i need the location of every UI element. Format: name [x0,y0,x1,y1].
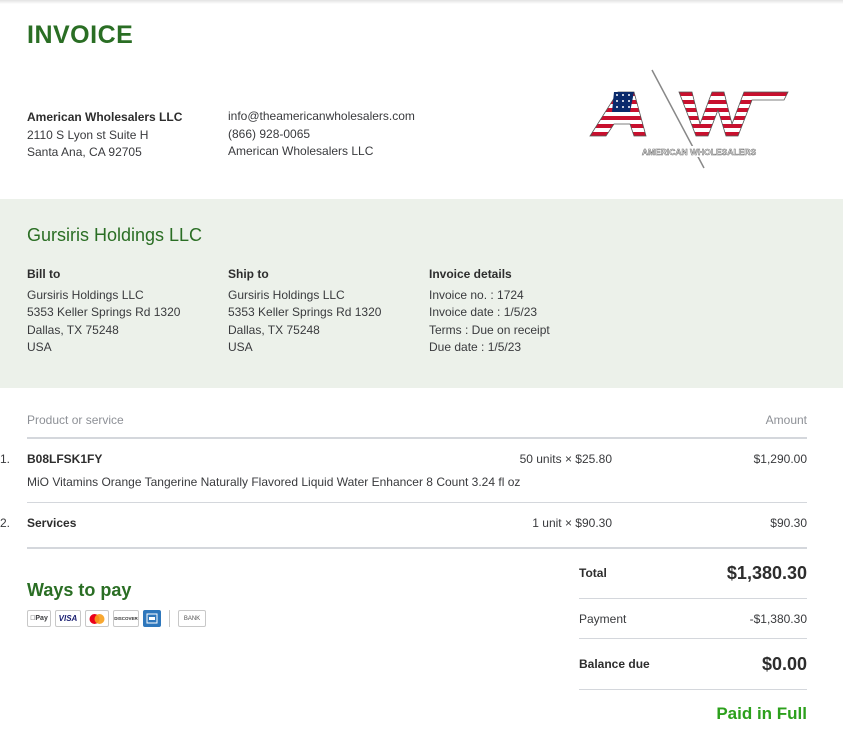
row-sku: Services [27,516,77,530]
row-amount: $1,290.00 [753,452,807,466]
row-number: 2. [0,516,11,530]
invoice-due-date: Due date : 1/5/23 [429,340,522,355]
payment-methods: Pay VISA DISCOVER BANK [27,610,206,627]
column-header-product: Product or service [27,413,124,427]
payment-separator [169,610,170,627]
invoice-terms: Terms : Due on receipt [429,322,550,337]
company-contact: info@theamericanwholesalers.com (866) 92… [228,108,415,161]
column-header-amount: Amount [765,413,807,427]
invoice-details-heading: Invoice details [429,267,512,281]
invoice-title: INVOICE [27,21,134,49]
totals-divider [579,638,807,639]
company-logo: AMERICAN WHOLESALERS [589,69,789,169]
total-label: Total [579,566,607,580]
company-info: American Wholesalers LLC 2110 S Lyon st … [27,109,182,161]
invoice-date: Invoice date : 1/5/23 [429,305,538,320]
row-description: MiO Vitamins Orange Tangerine Naturally … [27,475,521,489]
bill-to-line: Gursiris Holdings LLC [27,287,144,302]
amex-icon [143,610,161,627]
ship-to-line: USA [228,340,253,355]
totals-divider [579,598,807,599]
apple-pay-label: Pay [32,615,47,622]
mastercard-icon [85,610,109,627]
logo-text: AMERICAN WHOLESALERS [642,147,757,157]
ship-to-heading: Ship to [228,267,269,281]
visa-icon: VISA [55,610,81,627]
bill-to-heading: Bill to [27,267,61,281]
bill-to-section: Bill to Gursiris Holdings LLC 5353 Kelle… [27,266,180,357]
top-shadow [0,0,843,4]
invoice-number: Invoice no. : 1724 [429,287,524,302]
payment-value: -$1,380.30 [749,612,807,626]
discover-icon: DISCOVER [113,610,139,627]
totals-divider [579,689,807,690]
ship-to-line: Dallas, TX 75248 [228,322,320,337]
company-website-name: American Wholesalers LLC [228,144,374,158]
table-header-divider [27,437,807,439]
company-address-line-2: Santa Ana, CA 92705 [27,145,142,159]
ship-to-section: Ship to Gursiris Holdings LLC 5353 Kelle… [228,266,381,357]
company-address-line-1: 2110 S Lyon st Suite H [27,128,149,142]
bill-to-line: Dallas, TX 75248 [27,322,119,337]
bank-icon: BANK [178,610,206,627]
company-name: American Wholesalers LLC [27,110,183,124]
company-email[interactable]: info@theamericanwholesalers.com [228,108,415,126]
paid-status: Paid in Full [716,704,807,723]
amex-mark [146,613,158,624]
customer-name: Gursiris Holdings LLC [27,225,203,245]
payment-label: Payment [579,612,627,626]
company-phone: (866) 928-0065 [228,126,311,141]
bill-to-line: 5353 Keller Springs Rd 1320 [27,305,181,320]
row-sku: B08LFSK1FY [27,452,103,466]
row-divider [27,502,807,503]
balance-due-value: $0.00 [761,654,807,674]
ship-to-line: 5353 Keller Springs Rd 1320 [228,305,382,320]
table-bottom-divider [27,547,807,549]
row-amount: $90.30 [770,516,807,530]
balance-due-label: Balance due [579,657,650,671]
logo-letter-w [678,91,789,137]
bill-to-line: USA [27,340,52,355]
apple-pay-icon: Pay [27,610,51,627]
row-quantity: 1 unit × $90.30 [532,516,612,530]
ship-to-line: Gursiris Holdings LLC [228,287,345,302]
total-value: $1,380.30 [726,563,807,583]
invoice-details-section: Invoice details Invoice no. : 1724 Invoi… [429,266,550,357]
mastercard-circles [89,613,105,624]
row-quantity: 50 units × $25.80 [519,452,612,466]
row-number: 1. [0,452,11,466]
ways-to-pay-heading: Ways to pay [27,580,132,600]
